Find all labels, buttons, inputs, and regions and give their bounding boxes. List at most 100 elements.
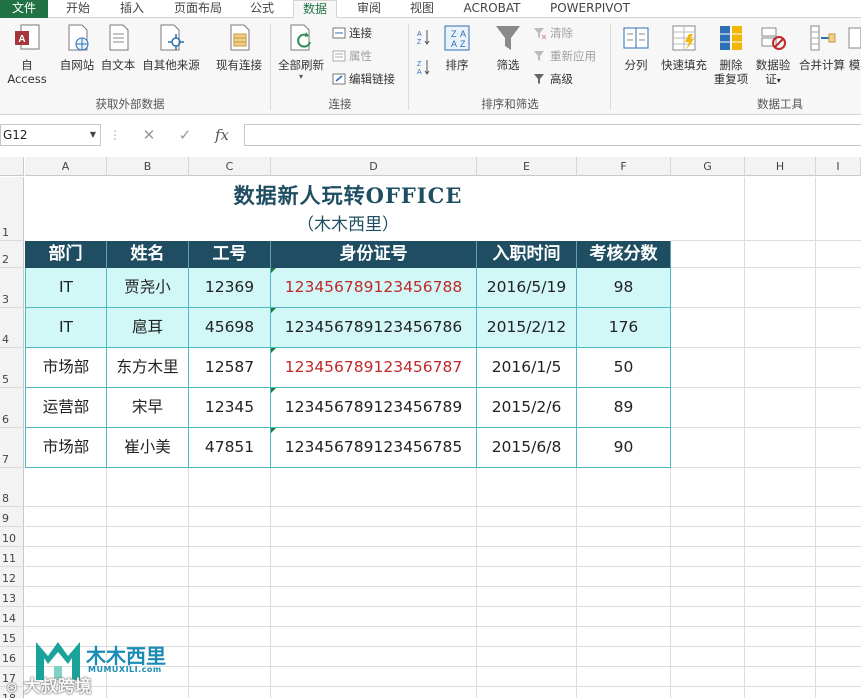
sheet-subtitle[interactable]: （木木西里） bbox=[25, 210, 671, 235]
tab-insert[interactable]: 插入 bbox=[112, 0, 152, 18]
row-header[interactable]: 4 bbox=[0, 308, 24, 348]
cell-idcard[interactable]: 123456789123456787 bbox=[271, 348, 477, 388]
cell-score[interactable]: 50 bbox=[577, 348, 671, 388]
cell-dept[interactable]: IT bbox=[25, 308, 107, 348]
column-header[interactable]: E bbox=[477, 157, 577, 176]
cell-dept[interactable]: 运营部 bbox=[25, 388, 107, 428]
row-header[interactable]: 7 bbox=[0, 428, 24, 468]
insert-function-icon[interactable]: fx bbox=[207, 124, 237, 146]
column-header[interactable]: C bbox=[189, 157, 271, 176]
sort-descending-button[interactable]: ZA bbox=[416, 58, 433, 76]
clear-filter-button[interactable]: 清除 bbox=[533, 24, 573, 42]
what-if-analysis-button[interactable]: 模 bbox=[848, 22, 861, 72]
column-header[interactable]: G bbox=[671, 157, 745, 176]
cell-idcard[interactable]: 123456789123456785 bbox=[271, 428, 477, 468]
tab-data[interactable]: 数据 bbox=[293, 0, 337, 18]
row-header[interactable]: 6 bbox=[0, 388, 24, 428]
cell-id[interactable]: 12369 bbox=[189, 268, 271, 308]
cell-date[interactable]: 2015/6/8 bbox=[477, 428, 577, 468]
from-other-sources-button[interactable]: 自其他来源 bbox=[139, 22, 203, 72]
sort-ascending-button[interactable]: AZ bbox=[416, 28, 433, 46]
tab-powerpivot[interactable]: POWERPIVOT bbox=[540, 0, 640, 18]
table-header-cell[interactable]: 工号 bbox=[189, 241, 271, 268]
table-header-cell[interactable]: 身份证号 bbox=[271, 241, 477, 268]
cell-id[interactable]: 47851 bbox=[189, 428, 271, 468]
tab-page-layout[interactable]: 页面布局 bbox=[166, 0, 230, 18]
row-header[interactable]: 14 bbox=[0, 607, 24, 627]
row-header[interactable]: 5 bbox=[0, 348, 24, 388]
remove-duplicates-button[interactable]: 删除 重复项 bbox=[711, 22, 751, 86]
consolidate-button[interactable]: 合并计算 bbox=[796, 22, 848, 72]
table-header-cell[interactable]: 考核分数 bbox=[577, 241, 671, 268]
name-box-dropdown-icon[interactable]: ▼ bbox=[90, 125, 96, 145]
row-header[interactable]: 12 bbox=[0, 567, 24, 587]
data-validation-dropdown-icon[interactable]: ▾ bbox=[777, 76, 781, 85]
column-header[interactable]: H bbox=[745, 157, 816, 176]
cell-id[interactable]: 12587 bbox=[189, 348, 271, 388]
filter-button[interactable]: 筛选 bbox=[490, 22, 526, 72]
cell-date[interactable]: 2015/2/6 bbox=[477, 388, 577, 428]
cell-score[interactable]: 90 bbox=[577, 428, 671, 468]
enter-entry-icon[interactable]: ✓ bbox=[172, 124, 198, 146]
row-header[interactable]: 13 bbox=[0, 587, 24, 607]
tab-view[interactable]: 视图 bbox=[402, 0, 442, 18]
cell-date[interactable]: 2015/2/12 bbox=[477, 308, 577, 348]
select-all-corner[interactable] bbox=[0, 157, 24, 176]
name-box[interactable]: G12 ▼ bbox=[0, 124, 101, 146]
cancel-entry-icon[interactable]: ✕ bbox=[136, 124, 162, 146]
row-header[interactable]: 16 bbox=[0, 647, 24, 667]
cell-name[interactable]: 扈耳 bbox=[107, 308, 189, 348]
row-header[interactable]: 3 bbox=[0, 268, 24, 308]
cell-id[interactable]: 45698 bbox=[189, 308, 271, 348]
data-validation-button[interactable]: 数据验 证▾ bbox=[752, 22, 794, 88]
advanced-filter-button[interactable]: 高级 bbox=[533, 70, 573, 88]
row-header[interactable]: 10 bbox=[0, 527, 24, 547]
from-text-button[interactable]: 自文本 bbox=[98, 22, 138, 72]
tab-home[interactable]: 开始 bbox=[58, 0, 98, 18]
cell-score[interactable]: 176 bbox=[577, 308, 671, 348]
reapply-button[interactable]: 重新应用 bbox=[533, 47, 596, 65]
cell-idcard[interactable]: 123456789123456786 bbox=[271, 308, 477, 348]
edit-links-button[interactable]: 编辑链接 bbox=[332, 70, 395, 88]
cell-idcard[interactable]: 123456789123456789 bbox=[271, 388, 477, 428]
cell-dept[interactable]: 市场部 bbox=[25, 348, 107, 388]
from-web-button[interactable]: 自网站 bbox=[57, 22, 97, 72]
column-header[interactable]: F bbox=[577, 157, 671, 176]
tab-acrobat[interactable]: ACROBAT bbox=[455, 0, 529, 18]
column-header[interactable]: D bbox=[271, 157, 477, 176]
tab-file[interactable]: 文件 bbox=[0, 0, 48, 18]
cell-id[interactable]: 12345 bbox=[189, 388, 271, 428]
table-header-cell[interactable]: 入职时间 bbox=[477, 241, 577, 268]
row-header[interactable]: 15 bbox=[0, 627, 24, 647]
column-header[interactable]: I bbox=[816, 157, 861, 176]
existing-connections-button[interactable]: 现有连接 bbox=[212, 22, 266, 72]
row-header[interactable]: 8 bbox=[0, 468, 24, 507]
tab-formulas[interactable]: 公式 bbox=[242, 0, 282, 18]
row-header[interactable]: 1 bbox=[0, 177, 24, 241]
cell-idcard[interactable]: 123456789123456788 bbox=[271, 268, 477, 308]
cell-date[interactable]: 2016/1/5 bbox=[477, 348, 577, 388]
formula-input[interactable] bbox=[244, 124, 861, 146]
sort-button[interactable]: Z A A Z 排序 bbox=[440, 22, 474, 72]
cell-name[interactable]: 宋早 bbox=[107, 388, 189, 428]
flash-fill-button[interactable]: 快速填充 bbox=[657, 22, 711, 72]
row-header[interactable]: 9 bbox=[0, 507, 24, 527]
connections-button[interactable]: 连接 bbox=[332, 24, 372, 42]
cell-name[interactable]: 东方木里 bbox=[107, 348, 189, 388]
properties-button[interactable]: 属性 bbox=[332, 47, 372, 65]
cell-score[interactable]: 89 bbox=[577, 388, 671, 428]
sheet-title[interactable]: 数据新人玩转OFFICE bbox=[25, 180, 671, 210]
table-header-cell[interactable]: 姓名 bbox=[107, 241, 189, 268]
cell-dept[interactable]: IT bbox=[25, 268, 107, 308]
cell-name[interactable]: 贾尧小 bbox=[107, 268, 189, 308]
text-to-columns-button[interactable]: 分列 bbox=[617, 22, 655, 72]
cell-score[interactable]: 98 bbox=[577, 268, 671, 308]
cell-name[interactable]: 崔小美 bbox=[107, 428, 189, 468]
column-header[interactable]: B bbox=[107, 157, 189, 176]
table-header-cell[interactable]: 部门 bbox=[25, 241, 107, 268]
refresh-all-dropdown-icon[interactable]: ▾ bbox=[274, 72, 328, 81]
cell-date[interactable]: 2016/5/19 bbox=[477, 268, 577, 308]
from-access-button[interactable]: A 自 Access bbox=[0, 22, 54, 86]
row-header[interactable]: 2 bbox=[0, 241, 24, 268]
cell-dept[interactable]: 市场部 bbox=[25, 428, 107, 468]
